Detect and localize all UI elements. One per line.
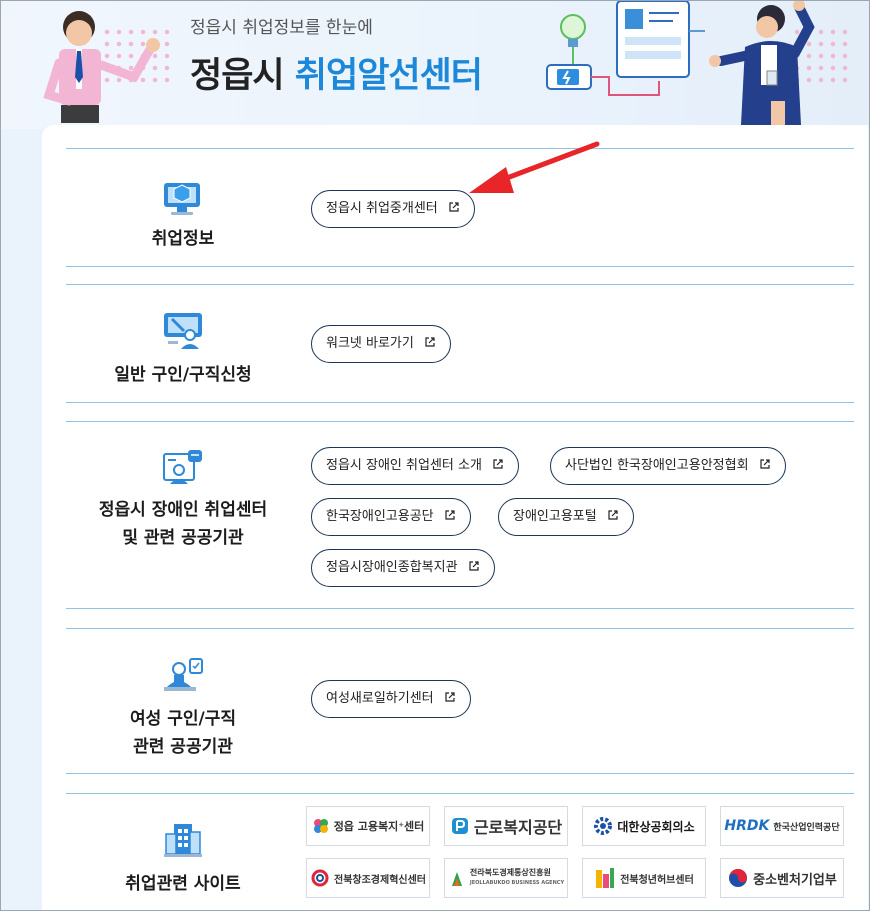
taeguk-logo-icon bbox=[729, 869, 748, 887]
logo-korcham[interactable]: 대한상공회의소 bbox=[582, 806, 706, 846]
logo-text: 한국산업인력공단 bbox=[773, 822, 840, 833]
section-disabled-employment: 정읍시 장애인 취업센터 및 관련 공공기관 정읍시 장애인 취업센터 소개 사… bbox=[66, 421, 854, 609]
section-general-recruit: 일반 구인/구직신청 워크넷 바로가기 bbox=[66, 284, 854, 403]
ring-logo-icon bbox=[311, 869, 329, 887]
link-label: 정읍시장애인종합복지관 bbox=[326, 560, 458, 575]
gear-logo-icon bbox=[594, 817, 613, 835]
youth-hub-logo-icon bbox=[596, 868, 615, 888]
man-illustration-icon bbox=[43, 11, 160, 123]
content-card: 취업정보 정읍시 취업중개센터 일반 구인/구직신청 워크넷 바로가기 정읍시 … bbox=[42, 125, 868, 910]
external-link-icon bbox=[759, 459, 770, 469]
logo-mss[interactable]: 중소벤처기업부 bbox=[720, 858, 844, 898]
person-clipboard-icon bbox=[164, 658, 203, 691]
title-prefix: 정읍시 bbox=[190, 56, 285, 96]
section-label-line1: 여성 구인/구직 bbox=[130, 709, 236, 729]
section-label-line1: 정읍시 장애인 취업센터 bbox=[98, 500, 268, 520]
external-link-icon bbox=[445, 510, 455, 520]
link-label: 사단법인 한국장애인고용안정협회 bbox=[565, 458, 749, 473]
woman-illustration-icon bbox=[709, 1, 815, 125]
cross-logo-icon bbox=[313, 819, 328, 833]
external-link-icon bbox=[449, 202, 459, 212]
section-label: 정읍시 장애인 취업센터 및 관련 공공기관 bbox=[66, 496, 300, 552]
logo-text: 전북창조경제혁신센터 bbox=[334, 874, 426, 886]
link-jeongeup-job-center[interactable]: 정읍시 취업중개센터 bbox=[311, 190, 475, 228]
logo-text: 전라북도경제통상진흥원 bbox=[469, 868, 551, 877]
lightbulb-document-illustration-icon bbox=[546, 1, 705, 96]
link-disabled-welfare-center[interactable]: 정읍시장애인종합복지관 bbox=[311, 549, 495, 587]
logo-text: 중소벤처기업부 bbox=[753, 872, 837, 888]
flame-logo-icon bbox=[451, 872, 462, 886]
building-icon bbox=[164, 824, 202, 857]
logo-text: 전북청년허브센터 bbox=[620, 874, 694, 886]
monitor-cube-icon bbox=[164, 183, 200, 215]
link-label: 정읍시 취업중개센터 bbox=[326, 201, 438, 216]
page-title: 정읍시 취업알선센터 bbox=[190, 47, 483, 98]
link-women-reemployment-center[interactable]: 여성새로일하기센터 bbox=[311, 680, 471, 718]
page-frame: 정읍시 취업정보를 한눈에 정읍시 취업알선센터 취업정보 정읍시 취업중개센터… bbox=[0, 0, 870, 911]
section-label: 여성 구인/구직 관련 공공기관 bbox=[66, 705, 300, 761]
link-label: 장애인고용포털 bbox=[513, 509, 597, 524]
logo-hrdk[interactable]: HRDK 한국산업인력공단 bbox=[720, 806, 844, 846]
logo-text: 근로복지공단 bbox=[473, 818, 563, 837]
link-disabled-employment-portal[interactable]: 장애인고용포털 bbox=[498, 498, 634, 536]
logo-text: 정읍 고용복지⁺센터 bbox=[333, 820, 425, 833]
section-label-line2: 및 관련 공공기관 bbox=[122, 528, 244, 548]
link-worknet[interactable]: 워크넷 바로가기 bbox=[311, 325, 451, 363]
link-label: 한국장애인고용공단 bbox=[326, 509, 434, 524]
external-link-icon bbox=[608, 510, 618, 520]
external-link-icon bbox=[493, 459, 503, 469]
logo-text: 대한상공회의소 bbox=[617, 819, 695, 834]
link-label: 여성새로일하기센터 bbox=[326, 691, 434, 706]
logo-subtext: JEOLLABUKDO BUSINESS AGENCY bbox=[469, 880, 565, 886]
section-related-sites: 취업관련 사이트 정읍 고용복지⁺센터 근로복지공단 대한상공회의소 HRDK 한… bbox=[66, 793, 854, 910]
person-monitor-icon bbox=[164, 313, 202, 349]
logo-jeonbuk-youth-hub[interactable]: 전북청년허브센터 bbox=[582, 858, 706, 898]
link-korea-disabled-employment-association[interactable]: 사단법인 한국장애인고용안정협회 bbox=[550, 447, 786, 485]
header-banner: 정읍시 취업정보를 한눈에 정읍시 취업알선센터 bbox=[1, 1, 869, 129]
header-subtitle: 정읍시 취업정보를 한눈에 bbox=[190, 18, 373, 38]
title-highlight: 취업알선센터 bbox=[294, 56, 483, 96]
link-disabled-job-center-intro[interactable]: 정읍시 장애인 취업센터 소개 bbox=[311, 447, 519, 485]
comwel-logo-icon bbox=[451, 818, 468, 834]
logo-comwel[interactable]: 근로복지공단 bbox=[444, 806, 568, 846]
external-link-icon bbox=[468, 561, 479, 571]
external-link-icon bbox=[425, 337, 435, 347]
logo-jeongeup-employment-welfare-center[interactable]: 정읍 고용복지⁺센터 bbox=[306, 806, 430, 846]
section-women-employment: 여성 구인/구직 관련 공공기관 여성새로일하기센터 bbox=[66, 628, 854, 774]
link-label: 정읍시 장애인 취업센터 소개 bbox=[326, 458, 482, 473]
section-label: 일반 구인/구직신청 bbox=[114, 365, 252, 385]
logo-jeonbuk-business-agency[interactable]: 전라북도경제통상진흥원 JEOLLABUKDO BUSINESS AGENCY bbox=[444, 858, 568, 898]
link-label: 워크넷 바로가기 bbox=[326, 336, 414, 351]
logo-mark: HRDK bbox=[724, 818, 770, 834]
person-chat-icon bbox=[163, 450, 202, 484]
section-label: 취업관련 사이트 bbox=[125, 874, 241, 894]
external-link-icon bbox=[445, 692, 455, 702]
logo-jeonbuk-creative-economy-center[interactable]: 전북창조경제혁신센터 bbox=[306, 858, 430, 898]
section-label: 취업정보 bbox=[151, 229, 215, 249]
section-job-info: 취업정보 정읍시 취업중개센터 bbox=[66, 148, 854, 267]
link-kead[interactable]: 한국장애인고용공단 bbox=[311, 498, 471, 536]
section-label-line2: 관련 공공기관 bbox=[133, 737, 233, 757]
